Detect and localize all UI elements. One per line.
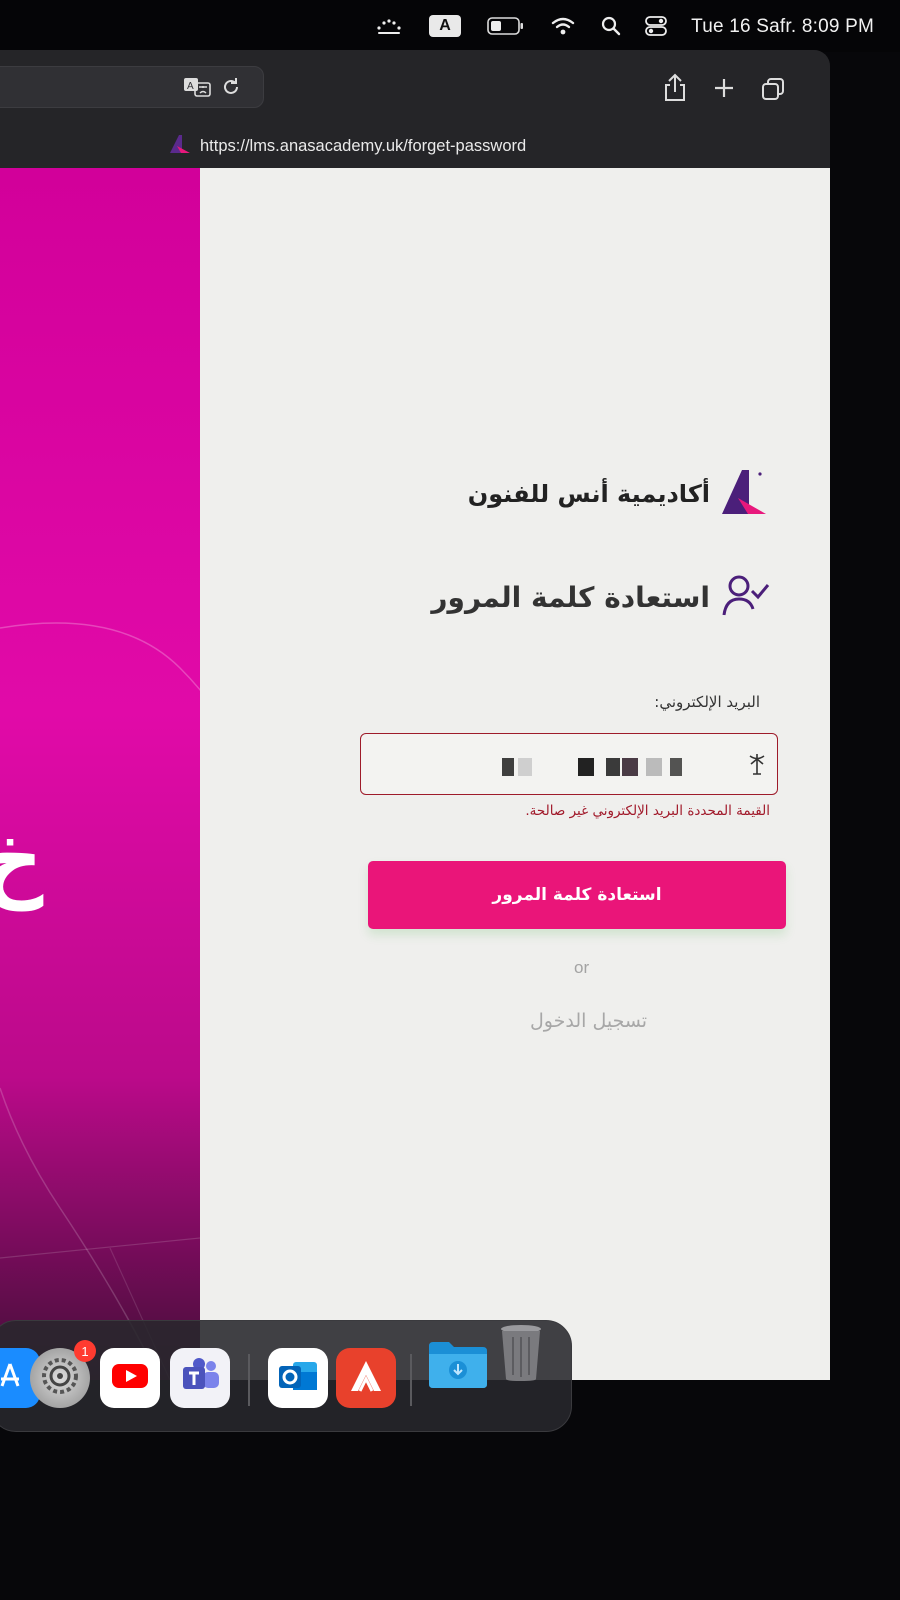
email-field[interactable] [360, 733, 778, 795]
email-input-icon [745, 751, 769, 777]
settings-badge: 1 [74, 1340, 96, 1362]
email-error-message: القيمة المحددة البريد الإلكتروني غير صال… [525, 803, 770, 819]
dock-trash[interactable] [496, 1325, 546, 1385]
app-store-icon [0, 1358, 28, 1398]
downloads-folder-icon [427, 1336, 489, 1394]
menu-bar: A Tue 16 Safr. 8:09 PM [0, 0, 900, 52]
menu-bar-clock[interactable]: Tue 16 Safr. 8:09 PM [691, 16, 874, 38]
dock-separator-2 [410, 1354, 412, 1406]
dock-outlook[interactable] [268, 1348, 328, 1408]
wifi-icon[interactable] [548, 14, 578, 38]
site-favicon-icon [168, 134, 192, 159]
web-page: خ أكاديمية أنس للفنون استعادة كلمة المرو… [0, 168, 830, 1380]
url-text: https://lms.anasacademy.uk/forget-passwo… [200, 137, 527, 155]
user-check-icon [722, 573, 770, 621]
reset-password-button[interactable]: استعادة كلمة المرور [368, 861, 786, 929]
reload-icon[interactable] [219, 75, 243, 99]
trash-icon [498, 1323, 544, 1387]
youtube-icon [110, 1361, 150, 1395]
input-source-letter: A [429, 15, 461, 37]
brand-name: أكاديمية أنس للفنون [467, 480, 710, 508]
tab-overview-icon[interactable] [760, 76, 786, 102]
control-center-icon[interactable] [642, 14, 670, 38]
outlook-icon [277, 1358, 319, 1398]
search-icon[interactable] [598, 14, 624, 38]
dock-system-settings[interactable]: 1 [30, 1340, 96, 1408]
dock-youtube[interactable] [100, 1348, 160, 1408]
dock-downloads-folder[interactable] [428, 1335, 488, 1395]
dock-teams[interactable] [170, 1348, 230, 1408]
or-divider: or [574, 958, 590, 977]
hero-text: خ [0, 808, 44, 911]
browser-window: A https://lms.anasacademy.uk/forget-pass… [0, 50, 830, 1380]
email-label: البريد الإلكتروني: [654, 693, 760, 711]
dock-anas-academy[interactable] [336, 1348, 396, 1408]
input-source-icon[interactable]: A [428, 14, 462, 38]
page-title: استعادة كلمة المرور [431, 580, 710, 614]
address-bar[interactable]: https://lms.anasacademy.uk/forget-passwo… [168, 134, 526, 159]
forget-password-panel: أكاديمية أنس للفنون استعادة كلمة المرور … [200, 168, 830, 1380]
login-link[interactable]: تسجيل الدخول [530, 1010, 647, 1032]
brand: أكاديمية أنس للفنون [468, 468, 770, 520]
dock-separator [248, 1354, 250, 1406]
anas-academy-app-icon [346, 1357, 386, 1399]
page-heading: استعادة كلمة المرور [431, 573, 770, 621]
settings-gear-icon [37, 1353, 83, 1403]
safari-toolbar: A https://lms.anasacademy.uk/forget-pass… [0, 50, 830, 169]
translate-icon[interactable]: A [183, 75, 213, 99]
dots-icon[interactable] [374, 14, 404, 38]
new-tab-icon[interactable] [712, 76, 736, 100]
brand-logo-icon [718, 468, 770, 520]
share-icon[interactable] [662, 72, 688, 104]
battery-icon[interactable] [486, 14, 526, 38]
svg-text:A: A [187, 81, 194, 92]
smart-search-field[interactable]: A [0, 66, 264, 108]
teams-icon [179, 1357, 221, 1399]
